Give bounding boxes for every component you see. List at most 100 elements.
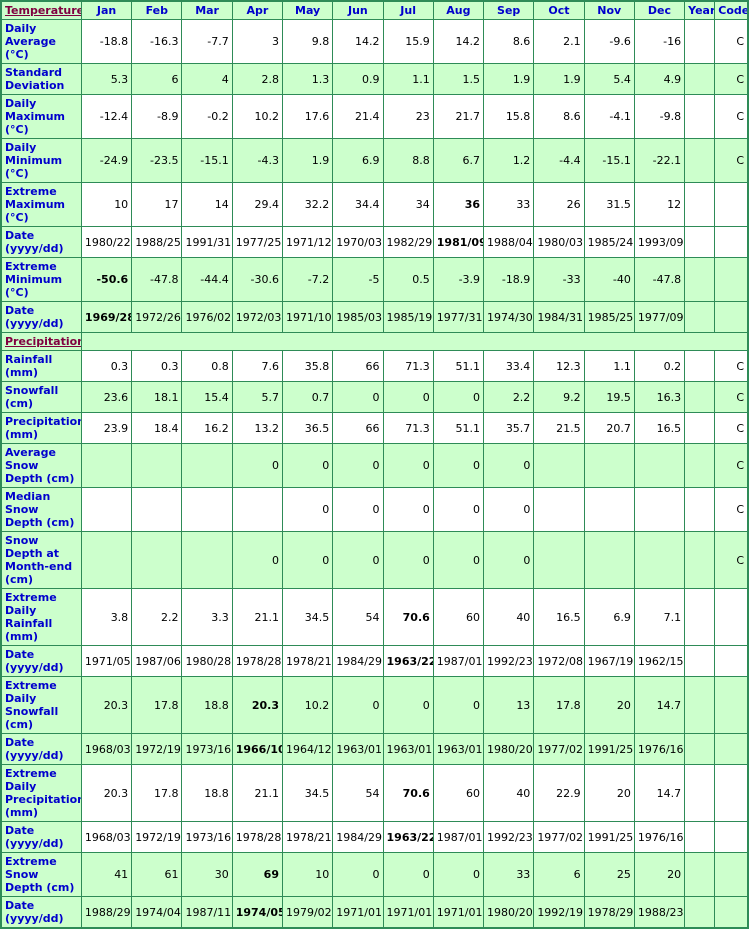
column-header-jul[interactable]: Jul (382, 0, 434, 20)
column-header-sep[interactable]: Sep (483, 0, 535, 20)
column-header-nov[interactable]: Nov (583, 0, 635, 20)
cell-extreme-minimum-c-jul: 0.5 (382, 257, 434, 302)
cell-rainfall-mm-jun: 66 (332, 350, 384, 382)
row-label-extreme-daily-snowfall-cm: Extreme Daily Snowfall (cm) (0, 676, 82, 734)
row-label-daily-maximum-c: Daily Maximum (°C) (0, 94, 82, 139)
cell-rainfall-mm-feb: 0.3 (131, 350, 183, 382)
cell-date-yyyydd-code (714, 301, 749, 333)
cell-date-yyyydd-jul: 1963/01+ (382, 733, 434, 765)
column-header-jun[interactable]: Jun (332, 0, 384, 20)
cell-daily-minimum-c-feb: -23.5 (131, 138, 183, 183)
cell-date-yyyydd-mar: 1987/11 (181, 896, 233, 929)
cell-daily-minimum-c-apr: -4.3 (231, 138, 283, 183)
column-header-may[interactable]: May (281, 0, 334, 20)
cell-daily-maximum-c-code: C (714, 94, 749, 139)
cell-date-yyyydd-code (714, 645, 749, 677)
row-label-daily-minimum-c: Daily Minimum (°C) (0, 138, 82, 183)
cell-date-yyyydd-mar: 1976/02 (181, 301, 233, 333)
cell-date-yyyydd-may: 1978/21 (281, 645, 334, 677)
cell-date-yyyydd-year (684, 301, 716, 333)
cell-precipitation-mm-jan: 23.9 (80, 412, 133, 444)
row-label-date-yyyydd: Date (yyyy/dd) (0, 821, 82, 853)
cell-median-snow-depth-cm-feb (131, 487, 183, 532)
cell-date-yyyydd-nov: 1991/25 (583, 733, 635, 765)
cell-snowfall-cm-jul: 0 (382, 381, 434, 413)
cell-extreme-daily-snowfall-cm-jun: 0 (332, 676, 384, 734)
cell-snowfall-cm-dec: 16.3 (633, 381, 686, 413)
column-header-jan[interactable]: Jan (80, 0, 133, 20)
cell-extreme-snow-depth-cm-year (684, 852, 716, 897)
cell-snow-depth-at-month-end-cm-mar (181, 531, 233, 589)
cell-extreme-daily-snowfall-cm-mar: 18.8 (181, 676, 233, 734)
cell-average-snow-depth-cm-jun: 0 (332, 443, 384, 488)
column-header-dec[interactable]: Dec (633, 0, 686, 20)
cell-extreme-maximum-c-code (714, 182, 749, 227)
cell-extreme-daily-snowfall-cm-jul: 0 (382, 676, 434, 734)
column-header-feb[interactable]: Feb (131, 0, 183, 20)
cell-date-yyyydd-apr: 1974/05 (231, 896, 283, 929)
cell-extreme-maximum-c-aug: 36 (432, 182, 485, 227)
cell-snowfall-cm-jan: 23.6 (80, 381, 133, 413)
cell-extreme-daily-precipitation-mm-nov: 20 (583, 764, 635, 822)
cell-snow-depth-at-month-end-cm-code: C (714, 531, 749, 589)
cell-daily-minimum-c-jul: 8.8 (382, 138, 434, 183)
cell-extreme-daily-rainfall-mm-jul: 70.6 (382, 588, 434, 646)
cell-average-snow-depth-cm-sep: 0 (483, 443, 535, 488)
cell-extreme-snow-depth-cm-feb: 61 (131, 852, 183, 897)
cell-standard-deviation-code: C (714, 63, 749, 95)
cell-extreme-daily-snowfall-cm-code (714, 676, 749, 734)
section-header-precipitation: Precipitation: (0, 332, 82, 351)
cell-extreme-minimum-c-sep: -18.9 (483, 257, 535, 302)
table-row: Average Snow Depth (cm) 0 0 0 0 0 0 C (0, 443, 749, 488)
cell-extreme-daily-rainfall-mm-sep: 40 (483, 588, 535, 646)
cell-date-yyyydd-nov: 1991/25 (583, 821, 635, 853)
section-header-temperature: Temperature: (0, 0, 82, 20)
cell-date-yyyydd-oct: 1984/31 (533, 301, 585, 333)
cell-daily-minimum-c-code: C (714, 138, 749, 183)
cell-precipitation-mm-year (684, 412, 716, 444)
cell-snow-depth-at-month-end-cm-jan (80, 531, 133, 589)
cell-median-snow-depth-cm-may: 0 (281, 487, 334, 532)
column-header-apr[interactable]: Apr (231, 0, 283, 20)
column-header-mar[interactable]: Mar (181, 0, 233, 20)
cell-standard-deviation-sep: 1.9 (483, 63, 535, 95)
cell-standard-deviation-jul: 1.1 (382, 63, 434, 95)
cell-daily-minimum-c-mar: -15.1 (181, 138, 233, 183)
cell-extreme-daily-precipitation-mm-aug: 60 (432, 764, 485, 822)
cell-daily-average-c-code: C (714, 19, 749, 64)
cell-daily-average-c-jun: 14.2 (332, 19, 384, 64)
column-header-oct[interactable]: Oct (533, 0, 585, 20)
cell-daily-maximum-c-may: 17.6 (281, 94, 334, 139)
cell-date-yyyydd-jun: 1963/01+ (332, 733, 384, 765)
column-header-code[interactable]: Code (714, 0, 749, 20)
cell-extreme-snow-depth-cm-apr: 69 (231, 852, 283, 897)
cell-date-yyyydd-jul: 1982/29 (382, 226, 434, 258)
cell-rainfall-mm-mar: 0.8 (181, 350, 233, 382)
column-header-year[interactable]: Year (684, 0, 716, 20)
cell-extreme-maximum-c-sep: 33 (483, 182, 535, 227)
cell-median-snow-depth-cm-mar (181, 487, 233, 532)
cell-date-yyyydd-code (714, 733, 749, 765)
cell-snowfall-cm-aug: 0 (432, 381, 485, 413)
cell-date-yyyydd-jan: 1988/29+ (80, 896, 133, 929)
cell-precipitation-mm-jul: 71.3 (382, 412, 434, 444)
cell-daily-average-c-jan: -18.8 (80, 19, 133, 64)
cell-extreme-minimum-c-nov: -40 (583, 257, 635, 302)
cell-date-yyyydd-dec: 1988/23 (633, 896, 686, 929)
cell-precipitation-mm-nov: 20.7 (583, 412, 635, 444)
table-row: Standard Deviation 5.3 6 4 2.8 1.3 0.9 1.1 1.5 1.… (0, 63, 749, 95)
column-header-aug[interactable]: Aug (432, 0, 485, 20)
cell-date-yyyydd-jun: 1984/29 (332, 645, 384, 677)
cell-date-yyyydd-may: 1971/12 (281, 226, 334, 258)
cell-precipitation-mm-apr: 13.2 (231, 412, 283, 444)
cell-snowfall-cm-nov: 19.5 (583, 381, 635, 413)
cell-date-yyyydd-jul: 1963/22 (382, 821, 434, 853)
cell-rainfall-mm-year (684, 350, 716, 382)
cell-average-snow-depth-cm-feb (131, 443, 183, 488)
cell-median-snow-depth-cm-jun: 0 (332, 487, 384, 532)
cell-daily-average-c-feb: -16.3 (131, 19, 183, 64)
row-label-date-yyyydd: Date (yyyy/dd) (0, 301, 82, 333)
table-row: Date (yyyy/dd)1980/221988/25+1991/31+197… (0, 226, 749, 258)
cell-date-yyyydd-code (714, 896, 749, 929)
cell-extreme-daily-snowfall-cm-year (684, 676, 716, 734)
